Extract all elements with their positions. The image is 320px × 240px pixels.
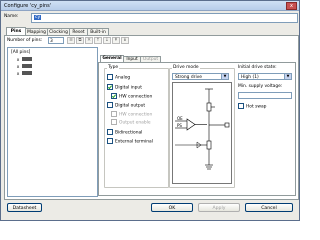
- drive-mode-select[interactable]: Strong drive ▼: [172, 73, 229, 80]
- pins-tree: [All pins] x x x: [7, 47, 98, 197]
- error-x-icon: x: [16, 57, 20, 63]
- move-down-icon[interactable]: ↓: [103, 37, 111, 44]
- digital-output-checkbox[interactable]: Digital output: [107, 102, 145, 109]
- tree-item[interactable]: x: [16, 57, 32, 63]
- output-enable-checkbox[interactable]: Output enable: [111, 119, 151, 126]
- tree-root[interactable]: [All pins]: [11, 50, 30, 55]
- close-button[interactable]: x: [286, 2, 297, 10]
- bidirectional-checkbox[interactable]: Bidirectional: [107, 129, 142, 136]
- apply-button[interactable]: Apply: [198, 203, 240, 212]
- initial-drive-state-label: Initial drive state:: [238, 65, 277, 70]
- analog-checkbox[interactable]: Analog: [107, 74, 130, 81]
- hw-connection-output-checkbox[interactable]: HW connection: [111, 111, 152, 118]
- datasheet-button[interactable]: Datasheet: [7, 203, 42, 212]
- hot-swap-checkbox[interactable]: Hot swap: [238, 103, 266, 110]
- chevron-down-icon: ▼: [284, 74, 291, 79]
- ok-button[interactable]: OK: [151, 203, 193, 212]
- delete-icon[interactable]: ✕: [85, 37, 93, 44]
- move-top-icon[interactable]: ↟: [112, 37, 120, 44]
- number-of-pins-input[interactable]: 3: [48, 37, 64, 44]
- error-x-icon: x: [16, 71, 20, 77]
- initial-drive-state-select[interactable]: High (1) ▼: [238, 73, 292, 80]
- tree-item[interactable]: x: [16, 71, 32, 77]
- pin-icon: [22, 57, 32, 61]
- drive-mode-schematic: OE PS: [172, 82, 232, 184]
- tree-item[interactable]: x: [16, 64, 32, 70]
- external-terminal-checkbox[interactable]: External terminal: [107, 138, 153, 145]
- hw-connection-checkbox[interactable]: HW connection: [111, 93, 152, 100]
- oe-label: OE: [177, 116, 183, 121]
- name-label: Name:: [4, 14, 19, 19]
- move-bottom-icon[interactable]: ↡: [121, 37, 129, 44]
- move-up-icon[interactable]: ↑: [94, 37, 102, 44]
- configure-dialog: Configure 'cy_pins' x Name: cy Pins Mapp…: [0, 0, 300, 221]
- duplicate-icon[interactable]: ⧉: [76, 37, 84, 44]
- chevron-down-icon: ▼: [221, 74, 228, 79]
- type-group-title: Type: [107, 65, 120, 70]
- title-bar: Configure 'cy_pins' x: [1, 1, 299, 11]
- digital-input-checkbox[interactable]: Digital input: [107, 84, 142, 91]
- name-value: cy: [34, 15, 42, 20]
- pin-icon: [22, 64, 32, 68]
- pin-icon: [22, 71, 32, 75]
- add-pin-icon[interactable]: ≡: [67, 37, 75, 44]
- error-x-icon: x: [16, 64, 20, 70]
- min-supply-voltage-input[interactable]: [238, 92, 292, 99]
- number-of-pins-label: Number of pins:: [7, 38, 43, 43]
- window-title: Configure 'cy_pins': [4, 3, 52, 9]
- ps-label: PS: [177, 123, 182, 128]
- drive-schematic-drawing: OE PS: [175, 88, 230, 170]
- cancel-button[interactable]: Cancel: [245, 203, 293, 212]
- min-supply-voltage-label: Min. supply voltage:: [238, 84, 283, 89]
- tab-general[interactable]: General: [100, 55, 124, 62]
- drive-mode-title: Drive mode: [172, 65, 200, 70]
- name-input[interactable]: cy: [31, 13, 298, 23]
